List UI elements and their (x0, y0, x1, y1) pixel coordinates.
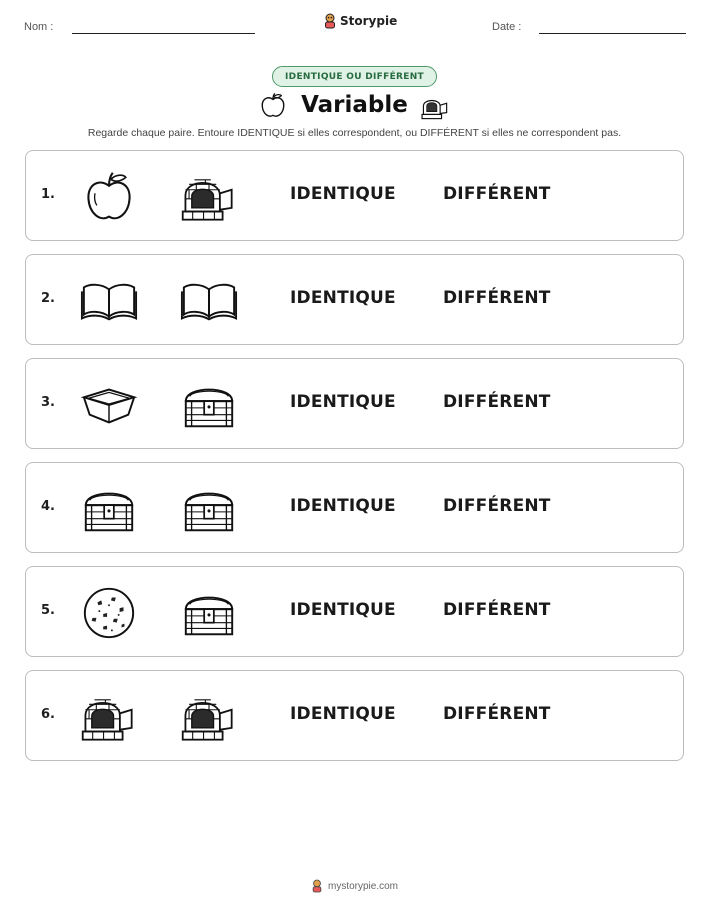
footer: mystorypie.com (0, 879, 709, 893)
name-label: Nom : (24, 21, 54, 33)
item-number: 2. (41, 291, 55, 306)
list-item: 1. IDENTIQUE DIFFÉRENT (25, 150, 684, 241)
storypie-mascot-icon (323, 13, 337, 29)
open-book-icon (80, 273, 138, 329)
option-different[interactable]: DIFFÉRENT (443, 704, 551, 724)
option-identique[interactable]: IDENTIQUE (290, 288, 396, 308)
treasure-chest-icon (180, 377, 238, 433)
cookie-icon (80, 585, 138, 641)
open-book-icon (180, 273, 238, 329)
option-identique[interactable]: IDENTIQUE (290, 184, 396, 204)
treasure-chest-icon (80, 481, 138, 537)
item-number: 4. (41, 499, 55, 514)
date-label: Date : (492, 21, 522, 33)
option-different[interactable]: DIFFÉRENT (443, 288, 551, 308)
item-number: 3. (41, 395, 55, 410)
list-item: 3. IDENTIQUE DIFFÉRENT (25, 358, 684, 449)
option-identique[interactable]: IDENTIQUE (290, 392, 396, 412)
footer-url[interactable]: mystorypie.com (328, 881, 398, 892)
item-number: 1. (41, 187, 55, 202)
option-identique[interactable]: IDENTIQUE (290, 600, 396, 620)
name-line[interactable] (72, 33, 255, 34)
list-item: 5. IDENTIQUE DIFFÉRENT (25, 566, 684, 657)
option-different[interactable]: DIFFÉRENT (443, 184, 551, 204)
option-different[interactable]: DIFFÉRENT (443, 600, 551, 620)
item-number: 5. (41, 603, 55, 618)
item-number: 6. (41, 707, 55, 722)
title-block: Variable (0, 90, 709, 124)
list-item: 6. IDENTIQUE DIFFÉRENT (25, 670, 684, 761)
brand-name: Storypie (340, 14, 398, 28)
brick-oven-icon (180, 169, 238, 225)
date-line[interactable] (539, 33, 686, 34)
brick-oven-icon (419, 94, 452, 120)
option-identique[interactable]: IDENTIQUE (290, 704, 396, 724)
brick-oven-icon (180, 689, 238, 745)
option-identique[interactable]: IDENTIQUE (290, 496, 396, 516)
option-different[interactable]: DIFFÉRENT (443, 496, 551, 516)
treasure-chest-icon (180, 585, 238, 641)
brand-logo: Storypie (323, 13, 397, 29)
treasure-chest-icon (180, 481, 238, 537)
worksheet-type-badge: IDENTIQUE OU DIFFÉRENT (272, 66, 437, 87)
option-different[interactable]: DIFFÉRENT (443, 392, 551, 412)
instructions-text: Regarde chaque paire. Entoure IDENTIQUE … (87, 127, 622, 139)
page-title: Variable (301, 92, 408, 118)
square-dish-icon (80, 377, 138, 433)
list-item: 2. IDENTIQUE DIFFÉRENT (25, 254, 684, 345)
brick-oven-icon (80, 689, 138, 745)
apple-icon (80, 169, 138, 225)
list-item: 4. IDENTIQUE DIFFÉRENT (25, 462, 684, 553)
storypie-mascot-icon (311, 879, 323, 893)
